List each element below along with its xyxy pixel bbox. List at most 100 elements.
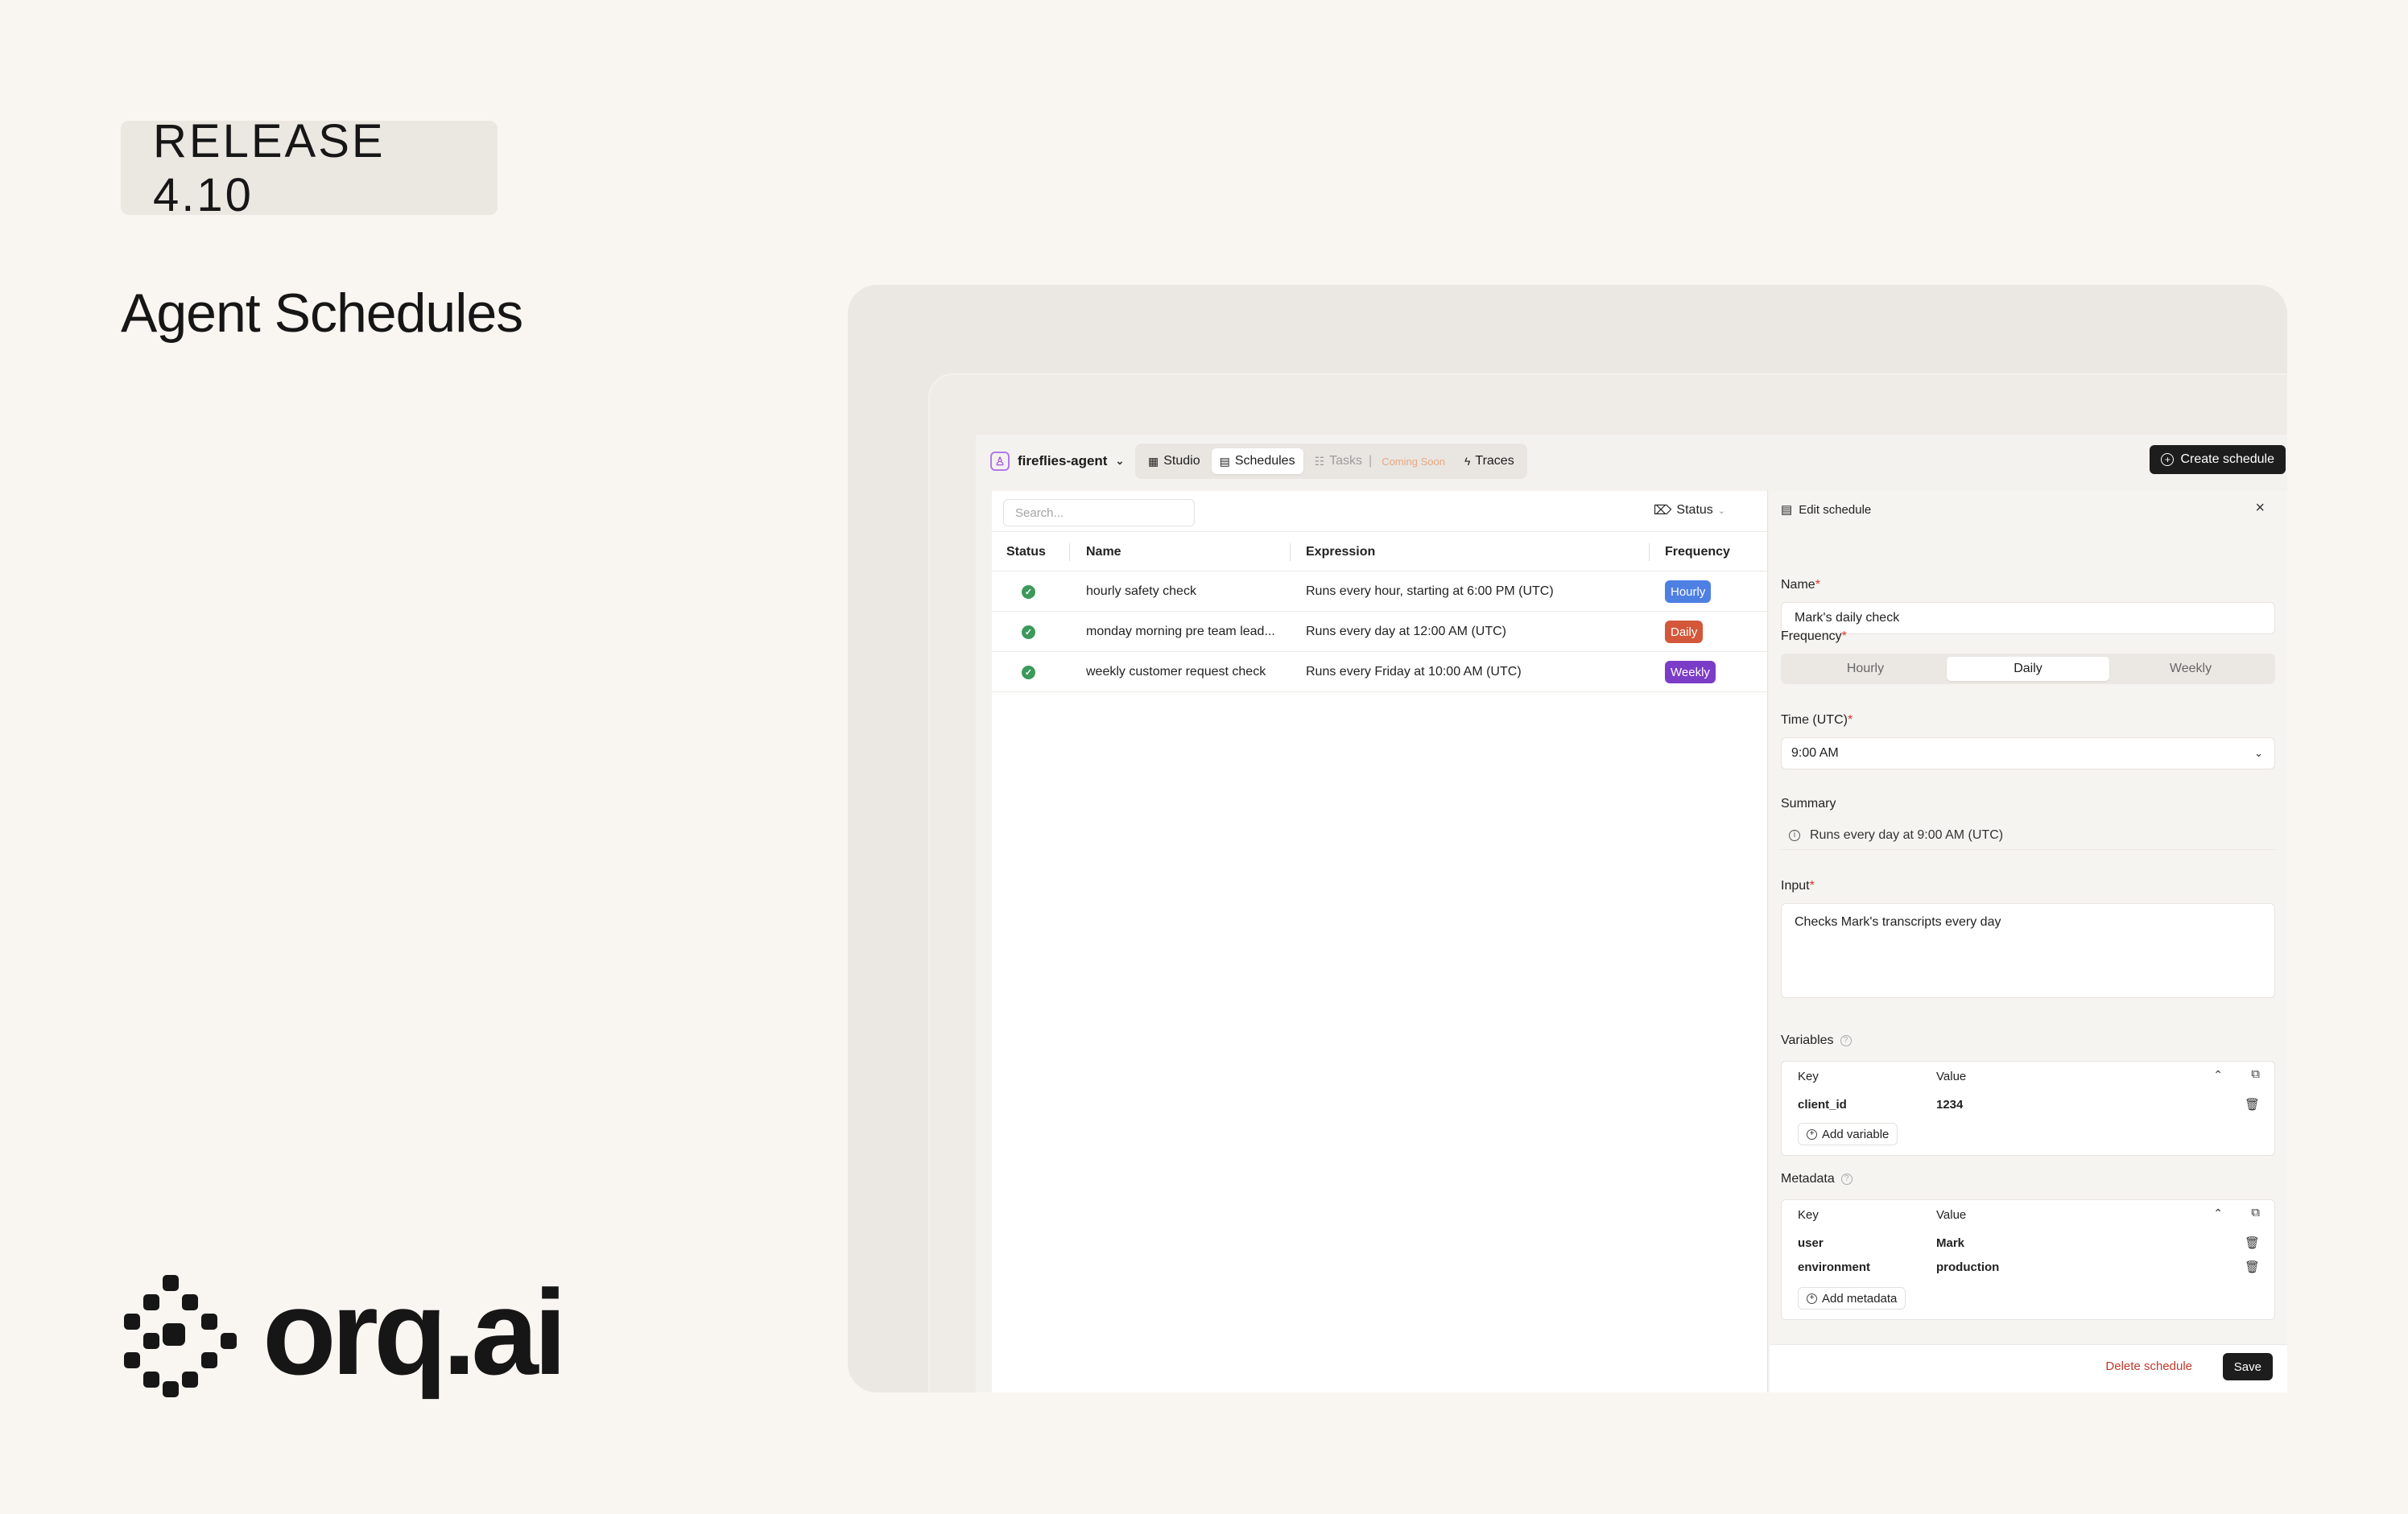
create-schedule-button[interactable]: + Create schedule: [2150, 445, 2286, 474]
add-metadata-button[interactable]: + Add metadata: [1798, 1287, 1906, 1310]
divider: |: [1369, 454, 1373, 468]
variables-label-text: Variables: [1781, 1033, 1834, 1047]
input-label: Input*: [1781, 879, 1815, 893]
add-metadata-label: Add metadata: [1822, 1291, 1898, 1306]
copy-icon[interactable]: ⧉: [2251, 1067, 2260, 1081]
trash-icon[interactable]: 🗑: [2245, 1236, 2260, 1250]
name-field[interactable]: Mark's daily check: [1781, 602, 2275, 634]
coming-soon-label: Coming Soon: [1382, 455, 1445, 468]
column-divider: [1290, 543, 1291, 561]
metadata-label-text: Metadata: [1781, 1172, 1835, 1186]
variable-key[interactable]: client_id: [1798, 1092, 1847, 1116]
status-ok-icon: ✓: [1022, 665, 1035, 679]
table-row[interactable]: ✓ weekly customer request check Runs eve…: [992, 652, 1767, 692]
close-icon[interactable]: ×: [2255, 499, 2265, 518]
tab-traces[interactable]: ϟ Traces: [1456, 448, 1522, 474]
variable-value[interactable]: 1234: [1936, 1092, 1963, 1116]
variables-table: Key Value ⌃ ⧉ client_id 1234 🗑 + Add vari…: [1781, 1061, 2275, 1156]
schedule-name: weekly customer request check: [1086, 665, 1266, 679]
column-header-name[interactable]: Name: [1086, 532, 1121, 572]
key-header: Key: [1798, 1207, 1819, 1222]
column-header-status[interactable]: Status: [1006, 532, 1046, 572]
agent-selector[interactable]: ♙ fireflies-agent ⌄: [990, 448, 1124, 475]
collapse-icon[interactable]: ⌃: [2213, 1068, 2223, 1082]
metadata-row: user Mark 🗑: [1782, 1231, 2274, 1255]
time-label-text: Time (UTC): [1781, 713, 1848, 727]
grid-icon: ▦: [1148, 454, 1159, 468]
help-icon[interactable]: ?: [1840, 1173, 1852, 1185]
table-row[interactable]: ✓ monday morning pre team lead... Runs e…: [992, 612, 1767, 652]
frequency-badge: Daily: [1665, 621, 1704, 643]
tab-label: Schedules: [1234, 454, 1295, 468]
time-label: Time (UTC)*: [1781, 713, 1852, 728]
schedule-expression: Runs every day at 12:00 AM (UTC): [1306, 625, 1506, 638]
delete-schedule-button[interactable]: Delete schedule: [2105, 1359, 2192, 1373]
time-select[interactable]: 9:00 AM ⌄: [1781, 737, 2275, 769]
frequency-option-daily[interactable]: Daily: [1947, 657, 2109, 681]
table-row[interactable]: ✓ hourly safety check Runs every hour, s…: [992, 571, 1767, 612]
status-ok-icon: ✓: [1022, 584, 1035, 599]
status-ok-icon: ✓: [1022, 625, 1035, 639]
calendar-icon: ▤: [1219, 454, 1230, 468]
trash-icon[interactable]: 🗑: [2245, 1260, 2260, 1274]
agent-icon: ♙: [990, 452, 1010, 471]
summary-value: Runs every day at 9:00 AM (UTC): [1810, 827, 2004, 842]
frequency-option-weekly[interactable]: Weekly: [2109, 657, 2272, 681]
value-header: Value: [1936, 1207, 1967, 1222]
metadata-label: Metadata?: [1781, 1172, 1852, 1186]
tag-icon: ⌦: [1653, 504, 1672, 518]
name-label: Name*: [1781, 578, 1820, 592]
save-button[interactable]: Save: [2222, 1353, 2273, 1380]
frequency-option-hourly[interactable]: Hourly: [1784, 657, 1947, 681]
tab-schedules[interactable]: ▤ Schedules: [1211, 448, 1303, 474]
summary-label: Summary: [1781, 797, 1836, 811]
schedule-name: monday morning pre team lead...: [1086, 625, 1275, 638]
metadata-table: Key Value ⌃ ⧉ user Mark 🗑 environment pr…: [1781, 1199, 2275, 1320]
status-filter[interactable]: ⌦ Status ⌄: [1654, 502, 1725, 518]
metadata-key[interactable]: user: [1798, 1231, 1824, 1255]
frequency-label: Frequency*: [1781, 629, 1847, 644]
required-marker: *: [1841, 629, 1847, 643]
release-label: RELEASE 4.10: [153, 114, 386, 221]
column-divider: [1649, 543, 1650, 561]
metadata-value[interactable]: production: [1936, 1255, 1999, 1279]
search-input[interactable]: Search...: [1003, 499, 1195, 526]
chevron-down-icon: ⌄: [1717, 505, 1725, 516]
collapse-icon[interactable]: ⌃: [2213, 1207, 2223, 1220]
plus-circle-icon: +: [1807, 1293, 1817, 1304]
metadata-value[interactable]: Mark: [1936, 1231, 1964, 1255]
copy-icon[interactable]: ⧉: [2251, 1206, 2260, 1219]
nav-tabs: ▦ Studio ▤ Schedules ☷ Tasks | Coming Soon ϟT…: [1135, 443, 1527, 479]
tab-tasks[interactable]: ☷ Tasks | Coming Soon: [1307, 448, 1453, 474]
hero-title: Agent Schedules: [121, 283, 523, 344]
frequency-badge: Hourly: [1665, 580, 1712, 603]
list-icon: ☷: [1314, 454, 1325, 468]
metadata-key[interactable]: environment: [1798, 1255, 1870, 1279]
plus-circle-icon: +: [1807, 1128, 1817, 1140]
key-header: Key: [1798, 1069, 1819, 1083]
tab-studio[interactable]: ▦ Studio: [1140, 448, 1208, 474]
frequency-selector: Hourly Daily Weekly: [1781, 654, 2275, 684]
required-marker: *: [1815, 578, 1820, 592]
logo-wordmark: orq.ai: [262, 1264, 567, 1400]
table-header: Status Name Expression Frequency: [992, 531, 1767, 571]
create-schedule-label: Create schedule: [2180, 452, 2274, 466]
input-textarea[interactable]: Checks Mark's transcripts every day: [1781, 903, 2275, 998]
help-icon[interactable]: ?: [1840, 1034, 1852, 1046]
frequency-label-text: Frequency: [1781, 629, 1842, 643]
add-variable-label: Add variable: [1822, 1127, 1890, 1141]
add-variable-button[interactable]: + Add variable: [1798, 1123, 1898, 1145]
column-header-frequency[interactable]: Frequency: [1665, 532, 1730, 572]
orq-logo-mark-icon: [124, 1275, 237, 1397]
calendar-icon: ▤: [1781, 503, 1793, 517]
top-bar: ♙ fireflies-agent ⌄ ▦ Studio ▤ Schedules ☷…: [976, 435, 2287, 491]
variable-row: client_id 1234 🗑: [1782, 1092, 2274, 1116]
status-filter-label: Status: [1676, 503, 1713, 517]
required-marker: *: [1847, 713, 1853, 727]
trash-icon[interactable]: 🗑: [2245, 1097, 2260, 1112]
column-header-expression[interactable]: Expression: [1306, 532, 1375, 572]
brand-logo: orq.ai: [121, 1272, 572, 1401]
chevron-down-icon: ⌄: [2254, 747, 2263, 759]
time-value: 9:00 AM: [1791, 746, 1839, 760]
input-label-text: Input: [1781, 879, 1810, 893]
